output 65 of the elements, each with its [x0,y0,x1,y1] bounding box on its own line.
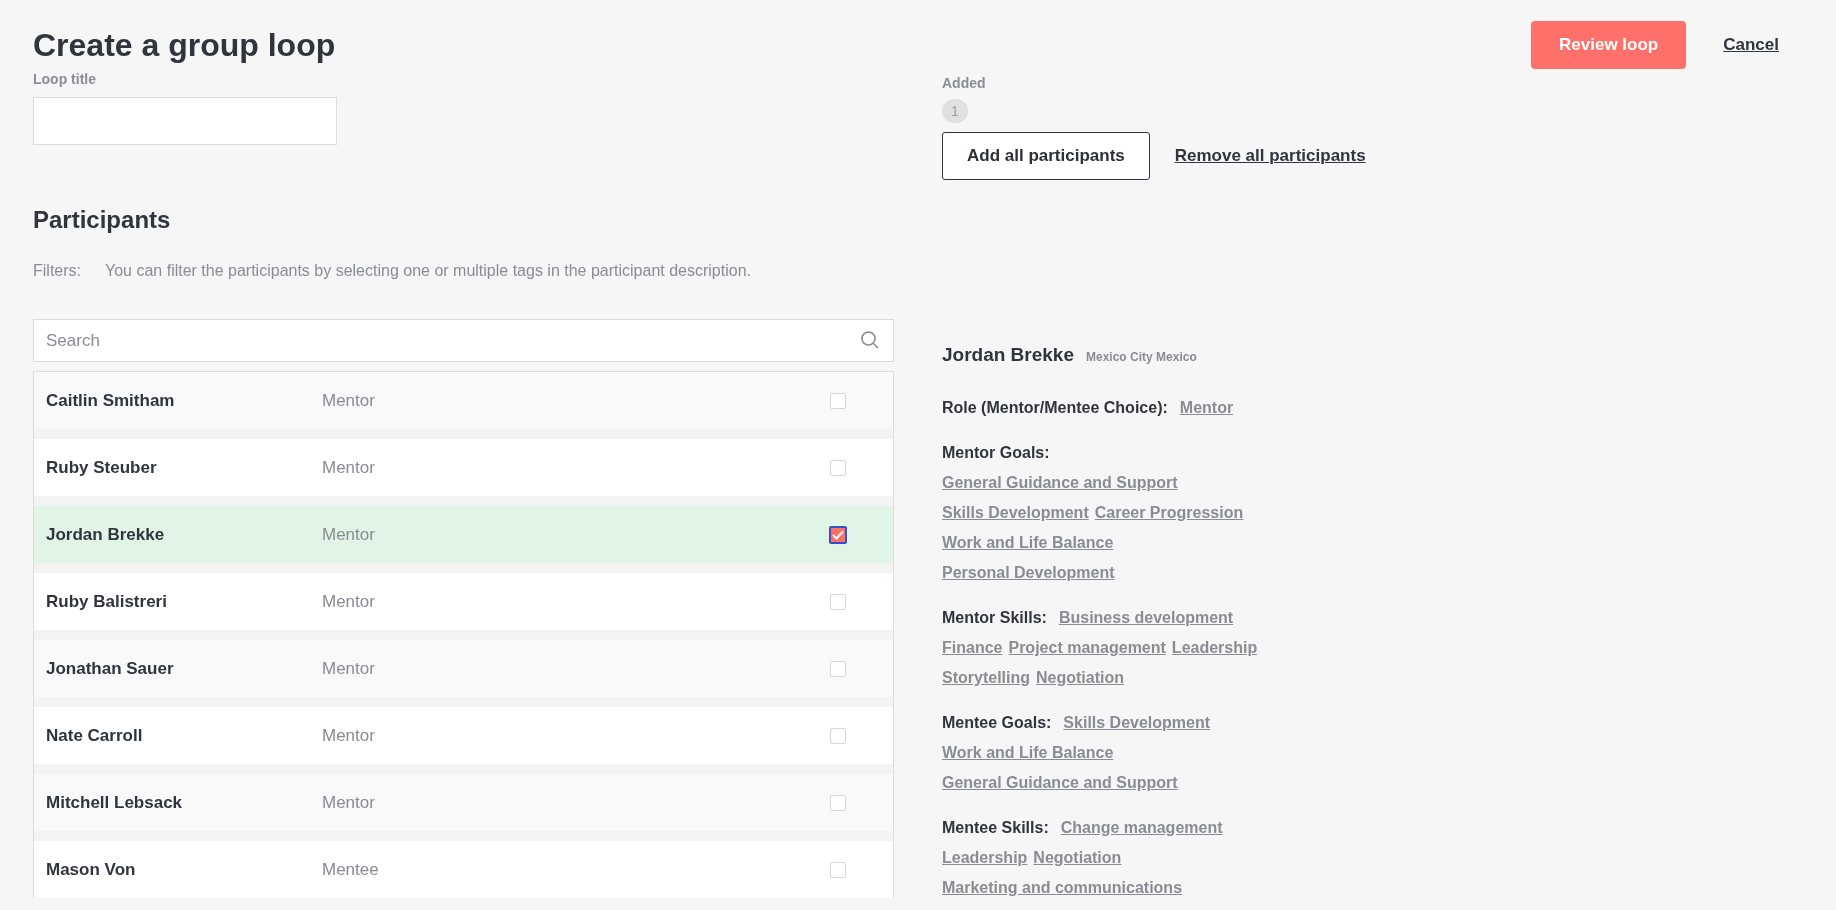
section-heading: Participants [33,205,172,235]
tag-link[interactable]: Leadership [942,847,1028,868]
search-icon [860,330,880,350]
cancel-link[interactable]: Cancel [1723,35,1779,55]
tag-link[interactable]: Marketing and communications [942,877,1183,898]
participant-role: Mentor [322,658,376,679]
participant-name: Nate Carroll [46,725,144,746]
tag-link[interactable]: Skills Development [1063,712,1211,733]
tag-link[interactable]: General Guidance and Support [942,772,1178,793]
participant-row[interactable]: Jordan Brekke Mentor [34,506,893,563]
participant-name: Caitlin Smitham [46,390,176,411]
participant-location: Mexico City Mexico [1086,349,1197,366]
participant-row[interactable]: Jonathan Sauer Mentor [34,640,893,697]
filters-label: Filters: [33,261,81,281]
participant-name: Jonathan Sauer [46,658,175,679]
review-loop-button[interactable]: Review loop [1531,21,1687,69]
remove-all-link[interactable]: Remove all participants [1174,146,1366,166]
participant-role: Mentor [322,524,376,545]
participant-name: Jordan Brekke [46,524,166,545]
participant-role: Mentor [322,792,376,813]
participant-row[interactable]: Mason Von Mentee [34,841,893,898]
participant-row[interactable]: Ruby Steuber Mentor [34,439,893,496]
participant-name: Mitchell Lebsack [46,792,184,813]
attribute-label: Mentee Goals: [942,713,1052,733]
attribute-label: Mentor Goals: [942,443,1050,463]
participant-name: Mason Von [46,859,137,880]
participant-name: Ruby Balistreri [46,591,168,612]
field-label: Loop title [33,71,96,87]
tag-link[interactable]: Skills Development [942,502,1089,523]
tag-link[interactable]: General Guidance and Support [942,472,1178,493]
tag-link[interactable]: Storytelling [942,667,1030,688]
added-count-badge: 1 [942,99,968,123]
tag-link[interactable]: Personal Development [942,562,1115,583]
tag-link[interactable]: Work and Life Balance [942,532,1114,553]
participant-role: Mentor [322,725,376,746]
tag-link[interactable]: Business development [1058,607,1234,628]
participant-name: Jordan Brekke [942,343,1074,367]
participant-checkbox[interactable] [829,525,847,544]
participant-role: Mentor [322,591,376,612]
loop-title-field[interactable] [33,97,337,145]
participant-name: Ruby Steuber [46,457,158,478]
added-label: Added [942,75,986,91]
page-title: Create a group loop [33,26,337,65]
participant-role: Mentor [322,390,376,411]
participant-role: Mentor [322,457,376,478]
attribute-label: Role (Mentor/Mentee Choice): [942,398,1168,418]
tag-link[interactable]: Negotiation [1036,667,1124,688]
filters-hint: You can filter the participants by selecting one or multiple tags in the participant description. [105,261,751,281]
tag-link[interactable]: Leadership [1171,637,1258,658]
participant-row[interactable]: Mitchell Lebsack Mentor [34,774,893,831]
attribute-label: Mentor Skills: [942,608,1047,628]
participant-row[interactable]: Ruby Balistreri Mentor [34,573,893,630]
participant-row[interactable]: Nate Carroll Mentor [34,707,893,764]
search-field[interactable]: Search [33,319,894,362]
tag-link[interactable]: Project management [1008,637,1166,658]
participant-row[interactable]: Caitlin Smitham Mentor [34,372,893,429]
attribute-label: Mentee Skills: [942,818,1049,838]
tag-link[interactable]: Work and Life Balance [942,742,1114,763]
tag-link[interactable]: Negotiation [1033,847,1122,868]
participant-role: Mentee [322,859,380,880]
tag-link[interactable]: Finance [942,637,1003,658]
tag-link[interactable]: Mentor [1179,397,1234,418]
tag-link[interactable]: Career Progression [1094,502,1244,523]
tag-link[interactable]: Change management [1060,817,1223,838]
add-all-button[interactable]: Add all participants [942,132,1150,180]
